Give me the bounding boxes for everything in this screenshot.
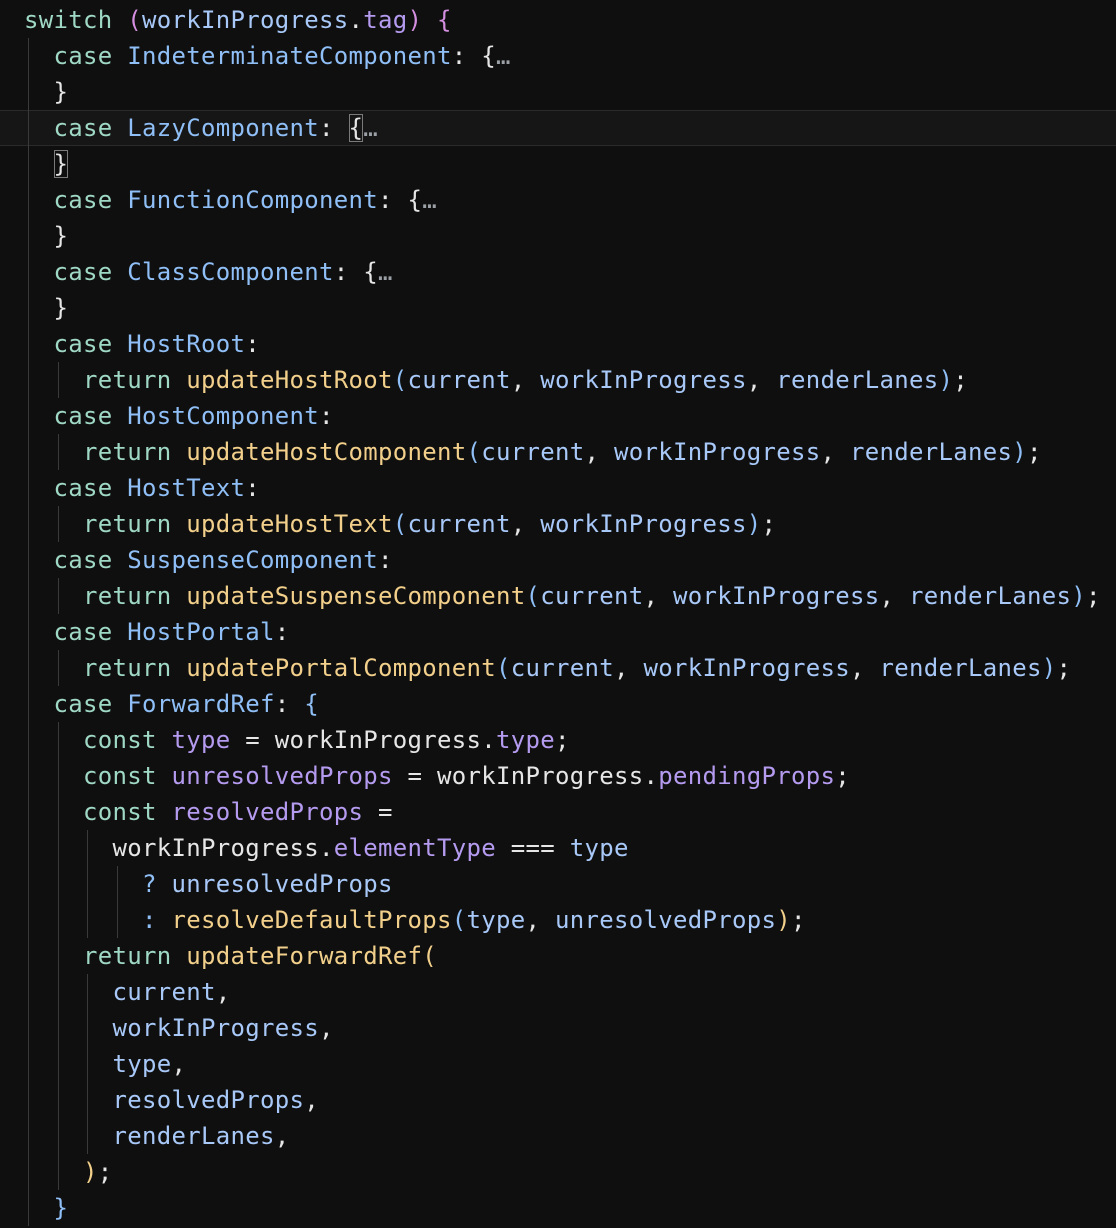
code-line[interactable]: } [0,290,1116,326]
code-line[interactable]: return updateHostText(current, workInPro… [0,506,1116,542]
code-line[interactable]: return updateForwardRef( [0,938,1116,974]
indent-guide [87,974,88,1154]
code-line-text: case IndeterminateComponent: {… [53,42,511,70]
code-line-text: switch (workInProgress.tag) { [24,6,452,34]
indent-guide [57,578,59,614]
code-line[interactable]: case HostText: [0,470,1116,506]
code-line[interactable]: current, [0,974,1116,1010]
code-line[interactable]: : resolveDefaultProps(type, unresolvedPr… [0,902,1116,938]
code-line[interactable]: } [0,74,1116,110]
code-line-text: const resolvedProps = [83,798,393,826]
code-line[interactable]: const unresolvedProps = workInProgress.p… [0,758,1116,794]
code-line-text: return updateHostText(current, workInPro… [83,510,777,538]
indent-guide [57,650,59,686]
code-line-text: case LazyComponent: {… [53,114,378,142]
code-line[interactable]: const resolvedProps = [0,794,1116,830]
code-line-text: ? unresolvedProps [142,870,393,898]
code-line-text: } [53,150,69,178]
code-line[interactable]: case HostComponent: [0,398,1116,434]
code-line-text: case HostComponent: [53,402,334,430]
code-line[interactable]: ? unresolvedProps [0,866,1116,902]
code-line-text: case HostRoot: [53,330,260,358]
code-line[interactable]: workInProgress.elementType === type [0,830,1116,866]
code-line-text: case ForwardRef: { [53,690,319,718]
code-line-text: return updatePortalComponent(current, wo… [83,654,1072,682]
code-line-text: workInProgress.elementType === type [112,834,629,862]
code-line[interactable]: } [0,1190,1116,1226]
code-line[interactable]: case IndeterminateComponent: {… [0,38,1116,74]
code-line[interactable]: return updateHostComponent(current, work… [0,434,1116,470]
code-line[interactable]: case SuspenseComponent: [0,542,1116,578]
code-line[interactable]: case ClassComponent: {… [0,254,1116,290]
code-line[interactable]: case HostPortal: [0,614,1116,650]
code-line-text: renderLanes, [112,1122,290,1150]
indent-guide [57,362,59,398]
code-line-text: workInProgress, [112,1014,334,1042]
indent-guide [116,866,118,938]
code-line[interactable]: switch (workInProgress.tag) { [0,2,1116,38]
code-line-text: : resolveDefaultProps(type, unresolvedPr… [142,906,806,934]
code-line-text: } [53,1194,69,1222]
code-line-text: current, [112,978,231,1006]
code-line-text: return updateForwardRef( [83,942,437,970]
code-line[interactable]: return updateSuspenseComponent(current, … [0,578,1116,614]
code-line-text: } [53,222,69,250]
code-line[interactable]: case ForwardRef: { [0,686,1116,722]
code-line-text: case HostText: [53,474,260,502]
code-line[interactable]: } [0,146,1116,182]
indent-guide [28,38,29,1226]
indent-guide [57,722,59,1190]
code-editor[interactable]: switch (workInProgress.tag) { case Indet… [0,0,1116,1228]
code-line-text: case FunctionComponent: {… [53,186,437,214]
code-line-text: type, [112,1050,187,1078]
code-line-text: case HostPortal: [53,618,290,646]
code-line-text: } [53,78,69,106]
code-line[interactable]: case HostRoot: [0,326,1116,362]
code-line[interactable]: return updatePortalComponent(current, wo… [0,650,1116,686]
code-line-text: } [53,294,69,322]
indent-guide [57,434,59,470]
indent-guide [57,506,59,542]
code-line-text: case ClassComponent: {… [53,258,393,286]
code-line-text: const unresolvedProps = workInProgress.p… [83,762,850,790]
code-line[interactable]: } [0,218,1116,254]
code-line[interactable]: const type = workInProgress.type; [0,722,1116,758]
code-line-text: const type = workInProgress.type; [83,726,570,754]
indent-guide [87,830,88,938]
code-line[interactable]: workInProgress, [0,1010,1116,1046]
code-line[interactable]: renderLanes, [0,1118,1116,1154]
code-line[interactable]: resolvedProps, [0,1082,1116,1118]
code-line-text: resolvedProps, [112,1086,319,1114]
code-line-text: return updateHostComponent(current, work… [83,438,1042,466]
code-line[interactable]: ); [0,1154,1116,1190]
code-line-text: ); [83,1158,113,1186]
code-line-text: case SuspenseComponent: [53,546,393,574]
code-line-text: return updateSuspenseComponent(current, … [83,582,1101,610]
code-line[interactable]: return updateHostRoot(current, workInPro… [0,362,1116,398]
code-line[interactable]: case LazyComponent: {… [0,110,1116,146]
code-line[interactable]: case FunctionComponent: {… [0,182,1116,218]
code-line[interactable]: type, [0,1046,1116,1082]
code-line-text: return updateHostRoot(current, workInPro… [83,366,968,394]
